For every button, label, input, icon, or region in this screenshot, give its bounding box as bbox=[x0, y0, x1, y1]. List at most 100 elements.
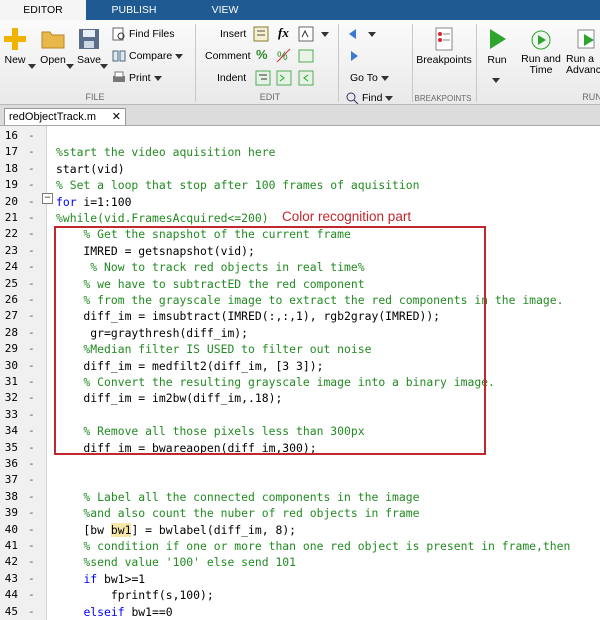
indent-button[interactable]: Indent bbox=[217, 70, 246, 86]
breakpoint-marker[interactable]: - bbox=[28, 407, 35, 423]
print-dropdown-icon[interactable] bbox=[153, 75, 162, 81]
code-line[interactable]: 20- for i=1:100 bbox=[0, 194, 600, 210]
code-token: i=1:100 bbox=[76, 194, 132, 209]
breakpoint-marker[interactable]: - bbox=[28, 489, 35, 505]
close-icon[interactable]: ✕ bbox=[112, 109, 121, 126]
insert-label: Insert bbox=[220, 28, 247, 40]
new-button[interactable]: New bbox=[2, 26, 28, 66]
breakpoint-marker[interactable]: - bbox=[28, 554, 35, 570]
group-label-run: RUN bbox=[582, 92, 600, 102]
compare-button[interactable]: Compare bbox=[112, 48, 184, 64]
breakpoint-marker[interactable]: - bbox=[28, 472, 35, 488]
uncomment-icon[interactable]: % bbox=[276, 48, 292, 64]
print-button[interactable]: Print bbox=[112, 70, 162, 86]
breakpoint-marker[interactable]: - bbox=[28, 292, 35, 308]
breakpoints-button[interactable]: Breakpoints bbox=[416, 26, 472, 66]
breakpoint-marker[interactable]: - bbox=[28, 210, 35, 226]
find-files-button[interactable]: Find Files bbox=[112, 26, 175, 42]
breakpoint-marker[interactable]: - bbox=[28, 440, 35, 456]
group-label-edit: EDIT bbox=[259, 92, 281, 102]
breakpoint-marker[interactable]: - bbox=[28, 538, 35, 554]
save-icon bbox=[79, 29, 99, 49]
code-line[interactable]: 19- % Set a loop that stop after 100 fram… bbox=[0, 177, 600, 193]
code-line[interactable]: 17- %start the video aquisition here bbox=[0, 144, 600, 160]
breakpoint-marker[interactable]: - bbox=[28, 456, 35, 472]
tab-publish[interactable]: PUBLISH bbox=[86, 0, 182, 20]
code-line[interactable]: 37- bbox=[0, 472, 600, 488]
save-button[interactable]: Save bbox=[76, 26, 102, 66]
code-line[interactable]: 45- elseif bw1==0 bbox=[0, 604, 600, 620]
file-tab-redobjecttrack[interactable]: redObjectTrack.m ✕ bbox=[4, 108, 126, 125]
breakpoint-marker[interactable]: - bbox=[28, 128, 35, 144]
fold-toggle-icon[interactable]: − bbox=[42, 193, 53, 204]
tab-editor[interactable]: EDITOR bbox=[0, 0, 86, 20]
breakpoint-marker[interactable]: - bbox=[28, 522, 35, 538]
insert-function-icon[interactable]: fx bbox=[278, 25, 289, 41]
breakpoint-marker[interactable]: - bbox=[28, 505, 35, 521]
breakpoint-marker[interactable]: - bbox=[28, 144, 35, 160]
code-text: %while(vid.FramesAcquired<=200) bbox=[56, 210, 269, 226]
breakpoint-marker[interactable]: - bbox=[28, 177, 35, 193]
insert-code-icon[interactable] bbox=[298, 26, 314, 42]
breakpoints-label: Breakpoints bbox=[416, 54, 472, 66]
new-dropdown-icon[interactable] bbox=[66, 60, 74, 72]
find-dropdown-icon[interactable] bbox=[385, 95, 394, 101]
code-line[interactable]: 42- %send value '100' else send 101 bbox=[0, 554, 600, 570]
code-line[interactable]: 38- % Label all the connected components… bbox=[0, 489, 600, 505]
smart-indent-icon[interactable] bbox=[255, 70, 271, 86]
breakpoint-marker[interactable]: - bbox=[28, 390, 35, 406]
breakpoint-marker[interactable]: - bbox=[28, 587, 35, 603]
code-token: ] = bwlabel(diff_im, 8); bbox=[131, 522, 297, 537]
go-to-button[interactable]: Go To bbox=[350, 70, 389, 86]
breakpoint-marker[interactable]: - bbox=[28, 161, 35, 177]
run-and-advance-button[interactable]: Run a Advanc bbox=[566, 26, 600, 76]
breakpoint-marker[interactable]: - bbox=[28, 374, 35, 390]
open-dropdown-icon[interactable] bbox=[28, 60, 36, 72]
open-button[interactable]: Open bbox=[38, 26, 68, 66]
back-arrow-icon[interactable] bbox=[346, 26, 362, 42]
wrap-comments-icon[interactable] bbox=[298, 48, 314, 64]
breakpoint-marker[interactable]: - bbox=[28, 423, 35, 439]
code-token: % Set a loop that stop after 100 frames … bbox=[56, 178, 420, 193]
increase-indent-icon[interactable] bbox=[276, 70, 292, 86]
decrease-indent-icon[interactable] bbox=[298, 70, 314, 86]
insert-dropdown-icon[interactable] bbox=[321, 32, 329, 37]
breakpoint-marker[interactable]: - bbox=[28, 571, 35, 587]
code-line[interactable]: 16- bbox=[0, 128, 600, 144]
code-line[interactable]: 41- % condition if one or more than one … bbox=[0, 538, 600, 554]
folder-icon bbox=[41, 31, 65, 49]
breakpoint-marker[interactable]: - bbox=[28, 259, 35, 275]
breakpoint-marker[interactable]: - bbox=[28, 308, 35, 324]
run-dropdown-icon[interactable] bbox=[492, 78, 500, 83]
insert-section-icon[interactable] bbox=[253, 26, 269, 42]
code-line[interactable]: 36- bbox=[0, 456, 600, 472]
compare-dropdown-icon[interactable] bbox=[175, 53, 184, 59]
code-line[interactable]: 18- start(vid) bbox=[0, 161, 600, 177]
run-and-time-button[interactable]: Run and Time bbox=[520, 26, 562, 76]
breakpoint-marker[interactable]: - bbox=[28, 226, 35, 242]
breakpoint-marker[interactable]: - bbox=[28, 358, 35, 374]
find-button[interactable]: Find bbox=[345, 90, 394, 106]
code-line[interactable]: 43- if bw1>=1 bbox=[0, 571, 600, 587]
forward-arrow-icon[interactable] bbox=[346, 48, 362, 64]
breakpoint-marker[interactable]: - bbox=[28, 325, 35, 341]
code-line[interactable]: 39- %and also count the nuber of red obj… bbox=[0, 505, 600, 521]
breakpoint-marker[interactable]: - bbox=[28, 341, 35, 357]
comment-percent-icon[interactable]: % bbox=[256, 47, 268, 62]
back-dropdown-icon[interactable] bbox=[368, 32, 376, 37]
ribbon-separator bbox=[412, 24, 413, 102]
insert-button[interactable]: Insert bbox=[220, 26, 246, 42]
save-dropdown-icon[interactable] bbox=[100, 60, 108, 72]
tab-view[interactable]: VIEW bbox=[182, 0, 268, 20]
line-number: 25 bbox=[4, 276, 18, 290]
code-line[interactable]: 40- [bw bw1] = bwlabel(diff_im, 8); bbox=[0, 522, 600, 538]
code-line[interactable]: 44- fprintf(s,100); bbox=[0, 587, 600, 603]
run-button[interactable]: Run bbox=[480, 26, 514, 66]
breakpoint-marker[interactable]: - bbox=[28, 276, 35, 292]
breakpoint-marker[interactable]: - bbox=[28, 194, 35, 210]
breakpoint-marker[interactable]: - bbox=[28, 604, 35, 620]
comment-button[interactable]: Comment bbox=[205, 48, 251, 64]
breakpoint-marker[interactable]: - bbox=[28, 243, 35, 259]
go-to-dropdown-icon[interactable] bbox=[380, 75, 389, 81]
